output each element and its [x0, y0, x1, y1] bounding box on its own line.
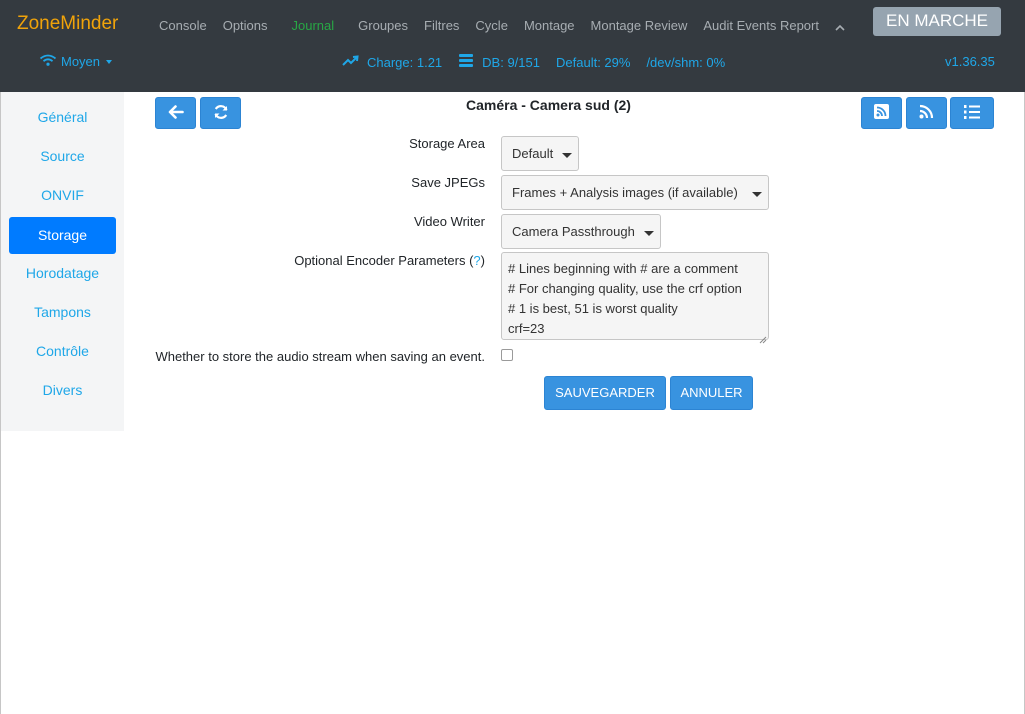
encoder-params-label: Optional Encoder Parameters (?): [294, 253, 485, 268]
caret-down-icon: [106, 60, 113, 64]
shm-stat: /dev/shm: 0%: [646, 55, 725, 70]
arrow-left-icon: [168, 104, 184, 122]
nav-journal[interactable]: Journal: [284, 18, 343, 34]
status-bar: Moyen Charge: 1.21 DB: 9/151 Default: 29…: [0, 46, 1025, 76]
rss-button[interactable]: [906, 97, 947, 129]
audio-checkbox[interactable]: [501, 349, 513, 361]
encoder-params-label-text: Optional Encoder Parameters (: [294, 253, 474, 268]
run-state-button[interactable]: EN MARCHE: [873, 7, 1001, 36]
load-stat: Charge: 1.21: [342, 55, 442, 70]
bandwidth-dropdown[interactable]: Moyen: [39, 54, 113, 69]
rss-icon: [919, 104, 934, 122]
refresh-icon: [213, 104, 229, 123]
tab-storage[interactable]: Storage: [9, 217, 116, 254]
storage-text: Default: 29%: [556, 54, 631, 70]
encoder-line: # For changing quality, use the crf opti…: [508, 281, 742, 296]
save-jpegs-label: Save JPEGs: [411, 175, 485, 190]
encoder-line: # Lines beginning with # are a comment: [508, 261, 738, 276]
resize-handle-icon[interactable]: [759, 330, 767, 344]
storage-area-label: Storage Area: [409, 136, 485, 151]
back-button[interactable]: [155, 97, 196, 129]
storage-stat: Default: 29%: [556, 55, 630, 70]
audio-label: Whether to store the audio stream when s…: [155, 349, 485, 364]
page-title: Caméra - Camera sud (2): [466, 97, 631, 113]
video-writer-label: Video Writer: [413, 214, 485, 229]
nav-filtres[interactable]: Filtres: [416, 18, 467, 34]
version-text: v1.36.35: [945, 54, 995, 69]
database-icon: [458, 54, 474, 70]
save-jpegs-value: Frames + Analysis images (if available): [512, 185, 738, 200]
list-button[interactable]: [950, 97, 994, 129]
encoder-params-textarea[interactable]: # Lines beginning with # are a comment #…: [501, 252, 769, 344]
brand-logo[interactable]: ZoneMinder: [17, 13, 118, 35]
tab-source[interactable]: Source: [9, 138, 116, 175]
shm-text: /dev/shm: 0%: [646, 54, 726, 70]
list-ordered-icon: [963, 104, 981, 123]
tab-controle[interactable]: Contrôle: [9, 333, 116, 370]
cancel-button[interactable]: ANNULER: [670, 376, 753, 410]
storage-area-value: Default: [512, 146, 554, 161]
save-button[interactable]: SAUVEGARDER: [544, 376, 666, 410]
bandwidth-label: Moyen: [61, 54, 101, 69]
nav-montage-review[interactable]: Montage Review: [583, 18, 696, 34]
tab-horodatage[interactable]: Horodatage: [9, 255, 116, 292]
storage-area-select[interactable]: Default: [501, 136, 579, 171]
rss-feed-button[interactable]: [861, 97, 902, 129]
tab-divers[interactable]: Divers: [9, 372, 116, 409]
tab-onvif[interactable]: ONVIF: [9, 177, 116, 214]
tab-general[interactable]: Général: [9, 99, 116, 136]
nav-audit-events-report[interactable]: Audit Events Report: [695, 18, 827, 34]
db-text: DB: 9/151: [482, 54, 540, 70]
help-link[interactable]: ?: [473, 253, 480, 268]
rss-square-icon: [874, 104, 889, 122]
encoder-line: # 1 is best, 51 is worst quality: [508, 301, 678, 316]
video-writer-value: Camera Passthrough: [512, 224, 635, 239]
chevron-up-icon[interactable]: [835, 20, 845, 35]
load-text: Charge: 1.21: [367, 54, 443, 70]
save-jpegs-select[interactable]: Frames + Analysis images (if available): [501, 175, 769, 210]
nav-cycle[interactable]: Cycle: [467, 18, 516, 34]
system-stats: Charge: 1.21 DB: 9/151 Default: 29% /dev…: [342, 54, 741, 70]
nav-console[interactable]: Console: [151, 18, 215, 34]
nav-options[interactable]: Options: [215, 18, 276, 34]
caret-down-icon: [644, 231, 654, 236]
db-stat: DB: 9/151: [458, 54, 540, 70]
tab-tampons[interactable]: Tampons: [9, 294, 116, 331]
encoder-line: crf=23: [508, 321, 545, 336]
monitor-edit-form: Caméra - Camera sud (2) Storage Area Sav…: [124, 92, 1025, 714]
encoder-params-label-end: ): [480, 253, 485, 268]
main-nav: Console Options Journal Groupes Filtres …: [151, 16, 845, 35]
nav-montage[interactable]: Montage: [516, 18, 583, 34]
nav-groupes[interactable]: Groupes: [350, 18, 416, 34]
trend-up-icon: [342, 54, 359, 70]
wifi-icon: [39, 54, 57, 69]
caret-down-icon: [562, 153, 572, 158]
video-writer-select[interactable]: Camera Passthrough: [501, 214, 661, 249]
top-navbar: ZoneMinder Console Options Journal Group…: [0, 0, 1025, 92]
refresh-button[interactable]: [200, 97, 241, 129]
settings-tabs: Général Source ONVIF Storage Horodatage …: [1, 92, 124, 431]
caret-down-icon: [752, 192, 762, 197]
